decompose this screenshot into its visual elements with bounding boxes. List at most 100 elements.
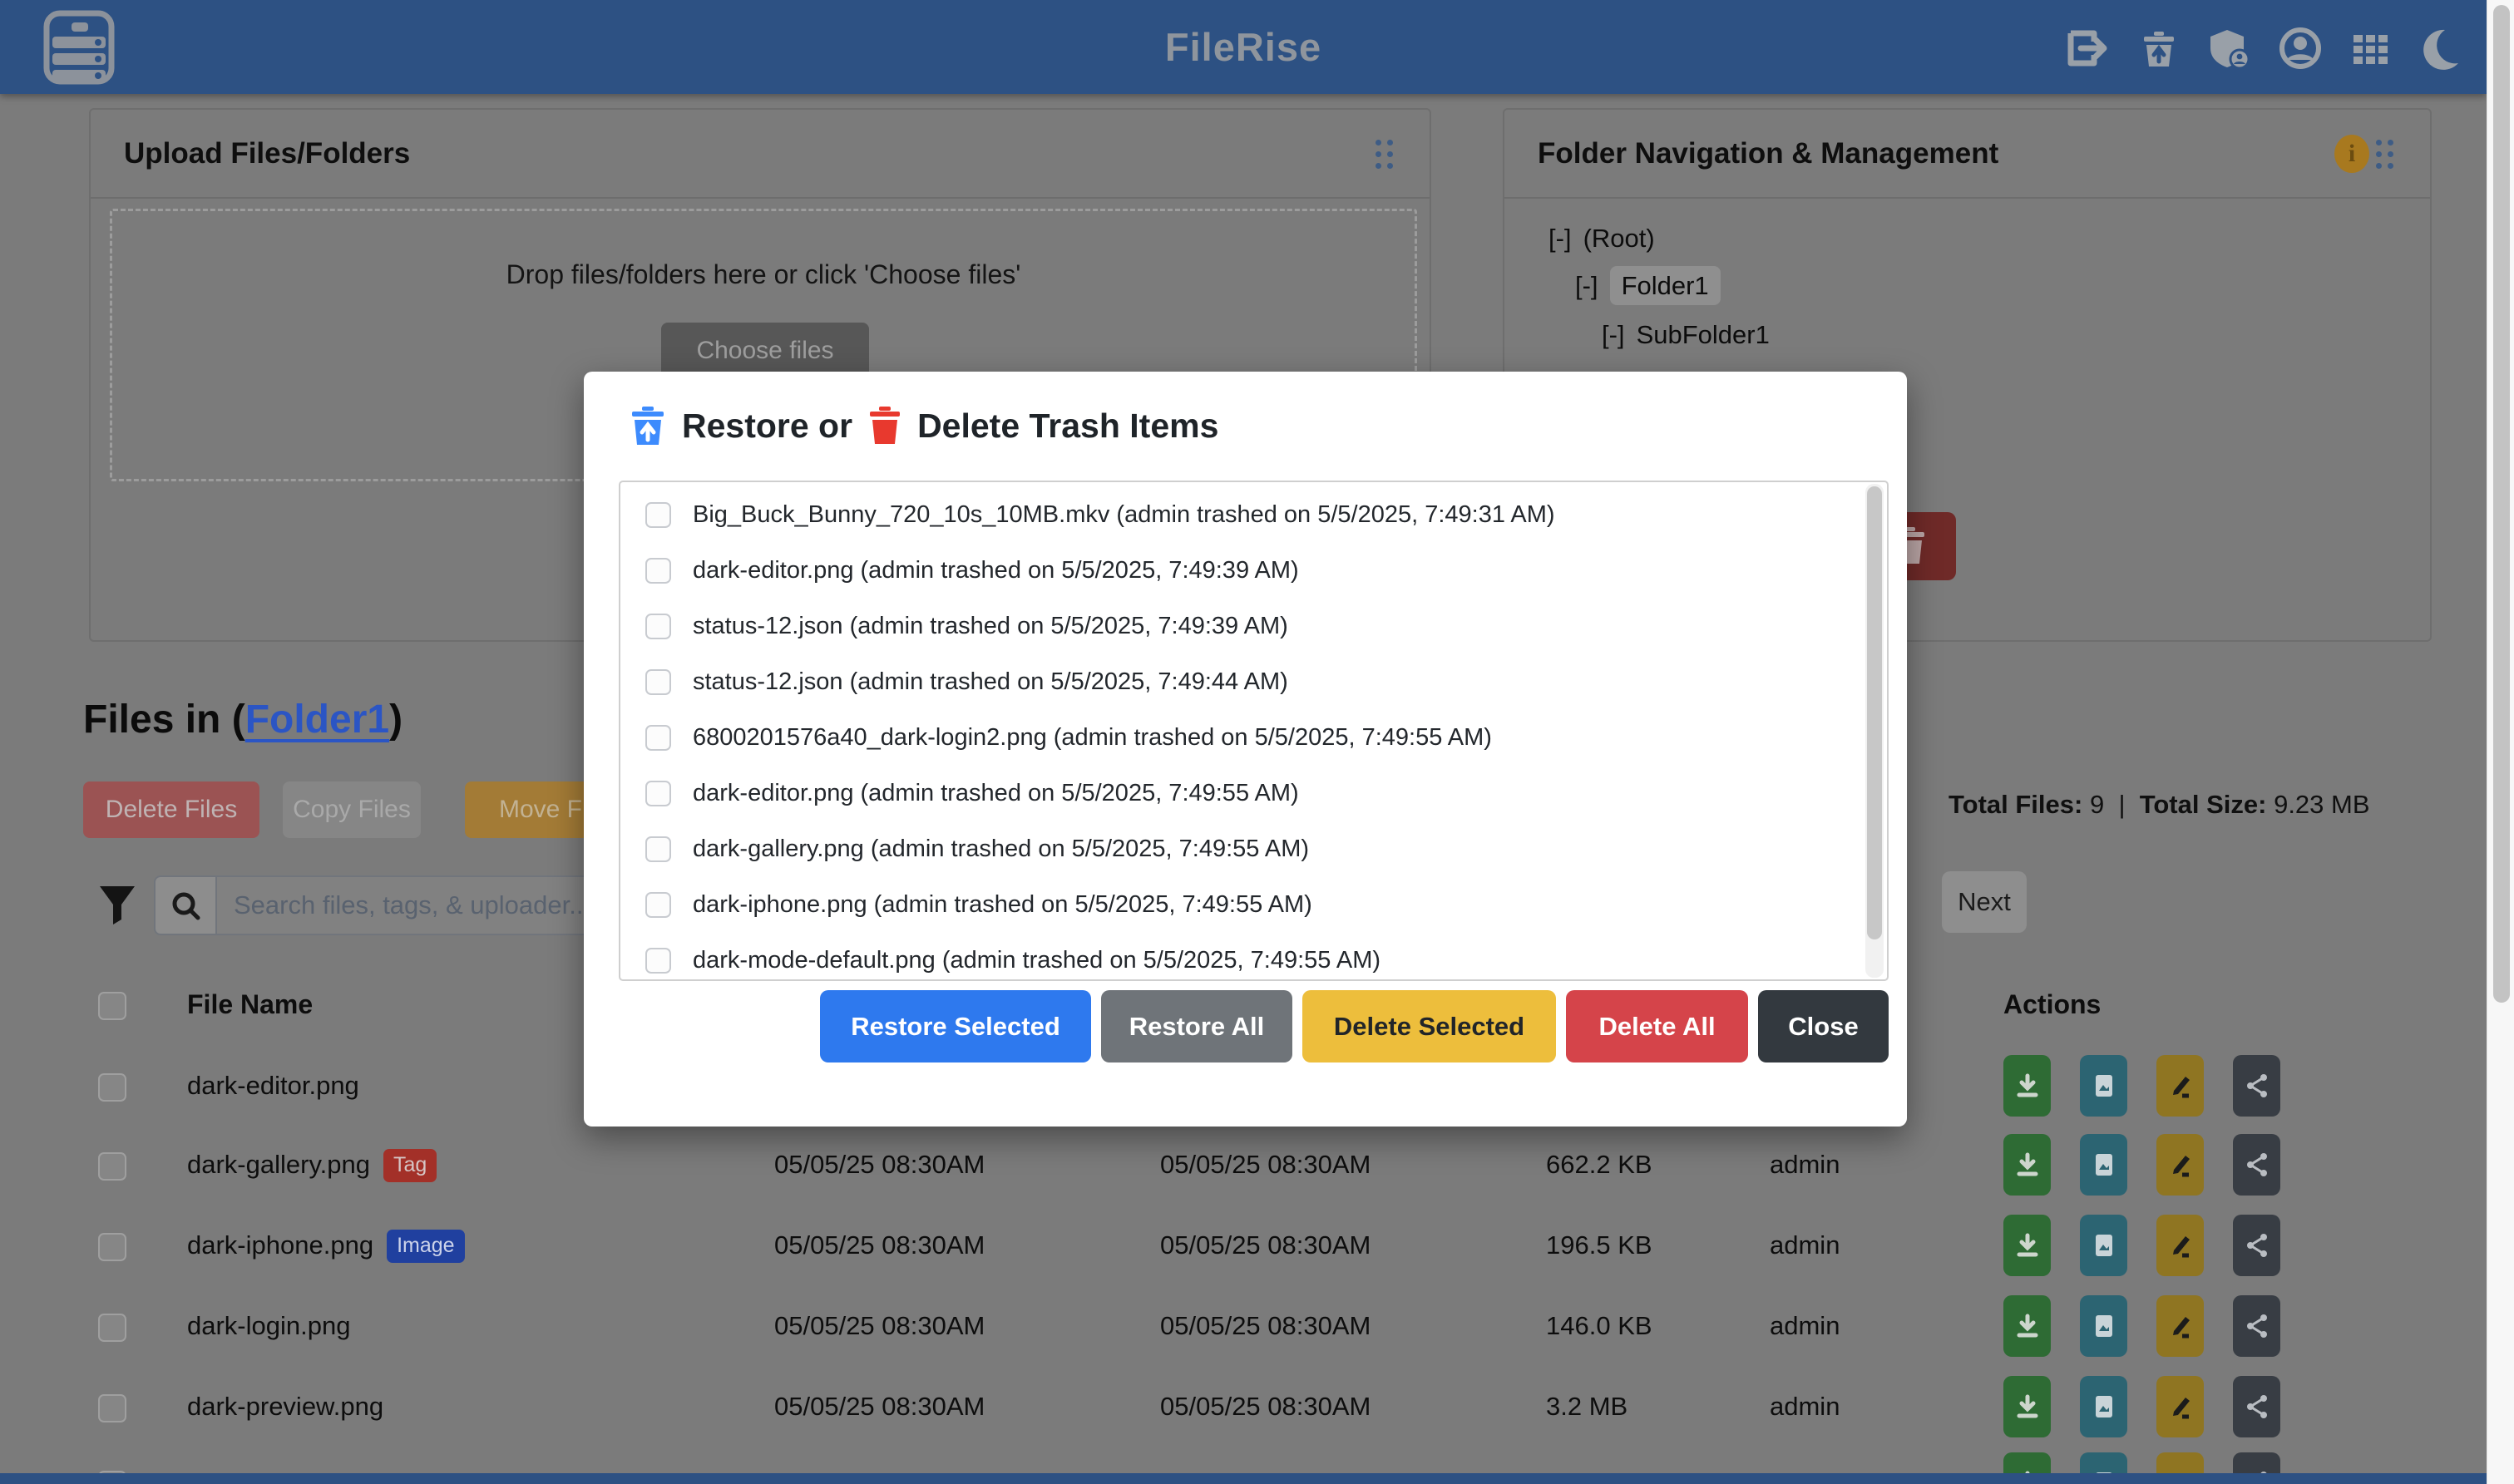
tree-toggle[interactable]: [-] (1548, 224, 1572, 253)
preview-button[interactable] (2080, 1295, 2127, 1357)
preview-button[interactable] (2080, 1134, 2127, 1196)
file-name[interactable]: dark-editor.png (187, 1071, 359, 1100)
download-button[interactable] (2003, 1295, 2051, 1357)
upload-date: 05/05/25 08:30AM (1160, 1212, 1371, 1279)
delete-files-button[interactable]: Delete Files (83, 781, 259, 838)
filter-icon[interactable] (98, 883, 136, 926)
download-button[interactable] (2003, 1134, 2051, 1196)
row-checkbox[interactable] (98, 1394, 126, 1422)
download-button[interactable] (2003, 1376, 2051, 1437)
tree-toggle[interactable]: [-] (1602, 320, 1625, 349)
restore-selected-button[interactable]: Restore Selected (820, 990, 1091, 1062)
tag-badge[interactable]: Tag (383, 1149, 437, 1182)
trash-item[interactable]: Big_Buck_Bunny_720_10s_10MB.mkv (admin t… (620, 487, 1887, 543)
tree-label[interactable]: SubFolder1 (1637, 320, 1770, 349)
row-actions (2003, 1055, 2280, 1117)
dark-mode-icon[interactable] (2417, 25, 2463, 71)
file-name[interactable]: dark-gallery.png (187, 1150, 370, 1179)
server-logo-icon (41, 9, 117, 86)
trash-item[interactable]: dark-editor.png (admin trashed on 5/5/20… (620, 766, 1887, 821)
edit-button[interactable] (2156, 1295, 2204, 1357)
item-checkbox[interactable] (645, 502, 671, 528)
download-button[interactable] (2003, 1055, 2051, 1117)
share-button[interactable] (2233, 1055, 2280, 1117)
drag-handle-icon[interactable] (1376, 140, 1397, 171)
current-folder-link[interactable]: Folder1 (245, 698, 389, 742)
close-button[interactable]: Close (1758, 990, 1889, 1062)
app-screen: FileRise (0, 0, 2514, 1484)
row-actions (2003, 1134, 2280, 1196)
delete-all-button[interactable]: Delete All (1566, 990, 1748, 1062)
share-button[interactable] (2233, 1134, 2280, 1196)
tree-item-root[interactable]: [-] (Root) (1548, 215, 1655, 262)
select-all-checkbox[interactable] (98, 992, 126, 1020)
trash-item[interactable]: status-12.json (admin trashed on 5/5/202… (620, 654, 1887, 710)
item-checkbox[interactable] (645, 836, 671, 862)
restore-all-button[interactable]: Restore All (1101, 990, 1292, 1062)
table-row: dark-gallery.pngTag 05/05/25 08:30AM 05/… (0, 1131, 2487, 1198)
modal-title-delete: Delete Trash Items (917, 407, 1218, 446)
list-scrollbar-thumb[interactable] (1867, 486, 1882, 939)
share-button[interactable] (2233, 1376, 2280, 1437)
restore-trash-icon[interactable] (2136, 25, 2182, 71)
item-checkbox[interactable] (645, 725, 671, 751)
trash-item[interactable]: 6800201576a40_dark-login2.png (admin tra… (620, 710, 1887, 766)
row-checkbox[interactable] (98, 1233, 126, 1261)
edit-button[interactable] (2156, 1215, 2204, 1276)
separator: | (2118, 790, 2125, 819)
edit-button[interactable] (2156, 1134, 2204, 1196)
apps-grid-icon[interactable] (2347, 25, 2393, 71)
row-checkbox[interactable] (98, 1314, 126, 1342)
tree-label[interactable]: (Root) (1583, 224, 1655, 253)
tree-item-folder1[interactable]: [-] Folder1 (1575, 263, 1721, 309)
file-name[interactable]: dark-iphone.png (187, 1230, 373, 1260)
tree-label-selected[interactable]: Folder1 (1610, 266, 1721, 305)
file-size: 662.2 KB (1546, 1131, 1652, 1198)
table-row: dark-preview.png 05/05/25 08:30AM 05/05/… (0, 1373, 2487, 1440)
page-scrollbar-track[interactable] (2487, 0, 2514, 1484)
file-name[interactable]: dark-preview.png (187, 1392, 383, 1421)
preview-button[interactable] (2080, 1376, 2127, 1437)
trash-item[interactable]: dark-editor.png (admin trashed on 5/5/20… (620, 543, 1887, 599)
modified-date: 05/05/25 08:30AM (774, 1131, 985, 1198)
admin-shield-icon[interactable] (2205, 25, 2252, 71)
choose-files-button[interactable]: Choose files (661, 323, 869, 379)
trash-item[interactable]: dark-mode-default.png (admin trashed on … (620, 933, 1887, 981)
share-button[interactable] (2233, 1215, 2280, 1276)
info-icon[interactable]: i (2334, 135, 2369, 173)
tree-toggle[interactable]: [-] (1575, 271, 1598, 300)
edit-button[interactable] (2156, 1055, 2204, 1117)
page-scrollbar-thumb[interactable] (2493, 5, 2510, 1003)
column-header-file-name[interactable]: File Name (187, 971, 313, 1038)
item-checkbox[interactable] (645, 669, 671, 695)
item-checkbox[interactable] (645, 614, 671, 639)
uploader: admin (1770, 1293, 1840, 1359)
drag-handle-icon[interactable] (2376, 140, 2398, 171)
copy-files-button[interactable]: Copy Files (283, 781, 421, 838)
list-scrollbar-track[interactable] (1865, 484, 1884, 978)
search-icon[interactable] (154, 875, 217, 935)
item-checkbox[interactable] (645, 892, 671, 918)
tree-item-subfolder1[interactable]: [-] SubFolder1 (1602, 312, 1770, 358)
edit-button[interactable] (2156, 1376, 2204, 1437)
download-button[interactable] (2003, 1215, 2051, 1276)
trash-item[interactable]: status-12.json (admin trashed on 5/5/202… (620, 599, 1887, 654)
item-checkbox[interactable] (645, 948, 671, 974)
delete-selected-button[interactable]: Delete Selected (1302, 990, 1556, 1062)
pagination-next-button[interactable]: Next (1942, 871, 2027, 933)
row-checkbox[interactable] (98, 1073, 126, 1102)
logout-icon[interactable] (2064, 25, 2111, 71)
trash-item[interactable]: dark-gallery.png (admin trashed on 5/5/2… (620, 821, 1887, 877)
image-badge[interactable]: Image (387, 1230, 464, 1263)
row-checkbox[interactable] (98, 1152, 126, 1181)
item-checkbox[interactable] (645, 781, 671, 806)
main-menu-button[interactable] (41, 9, 117, 86)
trash-item-label: dark-mode-default.png (admin trashed on … (693, 947, 1380, 974)
preview-button[interactable] (2080, 1215, 2127, 1276)
trash-item[interactable]: dark-iphone.png (admin trashed on 5/5/20… (620, 877, 1887, 933)
preview-button[interactable] (2080, 1055, 2127, 1117)
file-name[interactable]: dark-login.png (187, 1311, 350, 1340)
item-checkbox[interactable] (645, 558, 671, 584)
user-icon[interactable] (2277, 25, 2324, 71)
share-button[interactable] (2233, 1295, 2280, 1357)
